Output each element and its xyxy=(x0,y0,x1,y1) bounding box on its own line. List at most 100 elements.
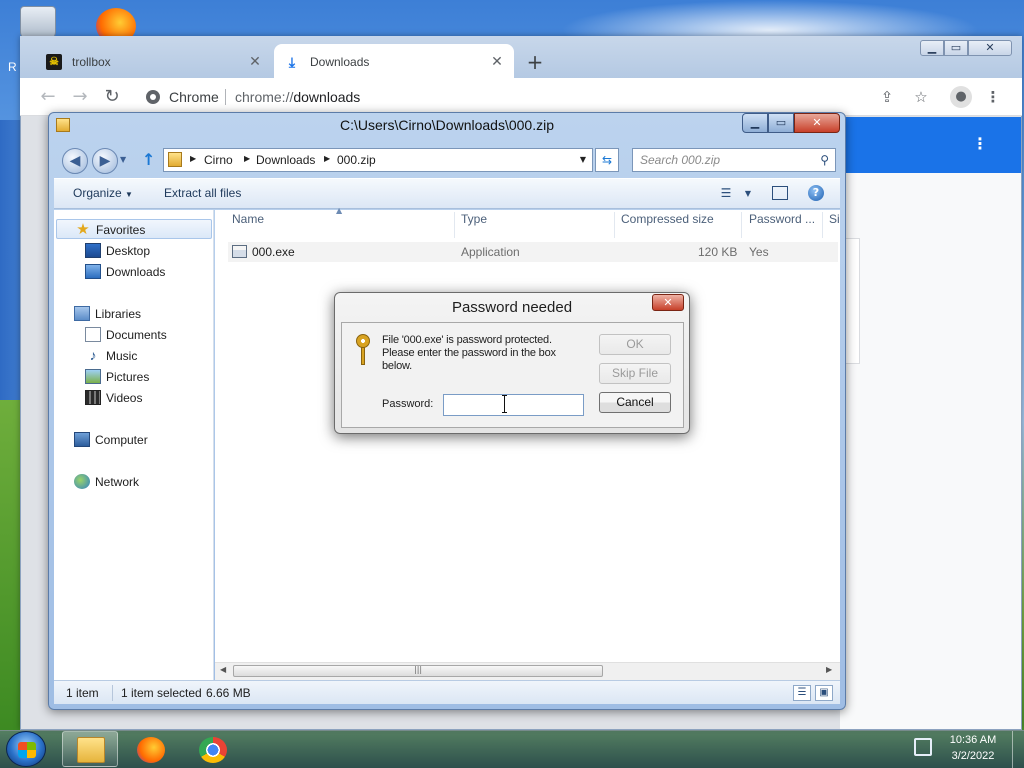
sidebar-item-computer[interactable]: Computer xyxy=(56,430,212,450)
document-icon xyxy=(85,327,101,342)
clock-time[interactable]: 10:36 AM xyxy=(944,734,1002,746)
column-header-size[interactable]: Si xyxy=(829,212,840,238)
close-icon[interactable]: ✕ xyxy=(488,52,506,70)
back-button[interactable]: ← xyxy=(36,86,60,108)
sidebar-item-favorites[interactable]: ★ Favorites xyxy=(56,219,212,239)
column-header-type[interactable]: Type xyxy=(461,212,487,238)
chevron-right-icon[interactable]: ▶ xyxy=(244,154,250,163)
password-input[interactable] xyxy=(443,394,584,416)
file-type: Application xyxy=(461,245,520,259)
sidebar-item-network[interactable]: Network xyxy=(56,472,212,492)
bookmark-star-icon[interactable]: ☆ xyxy=(910,86,932,108)
breadcrumb-000zip[interactable]: 000.zip xyxy=(337,153,376,167)
close-window-button[interactable]: ✕ xyxy=(968,40,1012,56)
status-bar: 1 item 1 item selected 6.66 MB ☰ ▣ xyxy=(54,680,840,704)
sidebar-item-videos[interactable]: Videos xyxy=(56,388,212,408)
downloads-menu-icon[interactable]: ⋮ xyxy=(972,134,988,154)
recent-pages-chevron-icon[interactable]: ▼ xyxy=(120,155,130,165)
column-header-compressed-size[interactable]: Compressed size xyxy=(621,212,714,238)
column-divider[interactable] xyxy=(614,212,615,238)
sidebar-item-label: Network xyxy=(95,475,140,489)
key-icon xyxy=(355,334,371,366)
large-icons-view-icon[interactable]: ▣ xyxy=(815,685,833,701)
film-strip-icon xyxy=(85,390,101,405)
clock-date[interactable]: 3/2/2022 xyxy=(944,750,1002,762)
password-label: Password: xyxy=(382,398,434,410)
taskbar-firefox-button[interactable] xyxy=(122,731,178,767)
table-row[interactable]: 000.exe Application 120 KB Yes xyxy=(228,242,838,262)
dialog-title: Password needed xyxy=(451,299,573,316)
skip-file-button[interactable]: Skip File xyxy=(599,363,671,384)
chevron-right-icon[interactable]: ▶ xyxy=(324,154,330,163)
forward-button[interactable]: → xyxy=(68,86,92,108)
view-details-icon[interactable]: ☰ xyxy=(718,186,734,200)
column-divider[interactable] xyxy=(741,212,742,238)
sidebar-item-desktop[interactable]: Desktop xyxy=(56,241,212,261)
search-input[interactable]: Search 000.zip ⚲ xyxy=(632,148,836,172)
sidebar-item-documents[interactable]: Documents xyxy=(56,325,212,345)
help-icon[interactable]: ? xyxy=(808,185,824,201)
kebab-menu-icon[interactable]: ⋮ xyxy=(982,86,1004,108)
computer-icon xyxy=(74,432,90,447)
cancel-button[interactable]: Cancel xyxy=(599,392,671,413)
column-divider[interactable] xyxy=(454,212,455,238)
sidebar-item-downloads[interactable]: Downloads xyxy=(56,262,212,282)
column-divider[interactable] xyxy=(822,212,823,238)
trollbox-favicon-icon: ☠ xyxy=(46,54,62,70)
tab-trollbox[interactable]: ☠ trollbox ✕ xyxy=(36,44,272,78)
file-name: 000.exe xyxy=(252,245,295,259)
sidebar-item-libraries[interactable]: Libraries xyxy=(56,304,212,324)
network-tray-icon[interactable] xyxy=(914,738,932,756)
sidebar-item-label: Desktop xyxy=(106,244,151,258)
up-folder-icon[interactable]: ↑ xyxy=(142,150,158,170)
maximize-button[interactable]: ▭ xyxy=(944,40,968,56)
tab-title: Downloads xyxy=(310,55,370,69)
column-header-name[interactable]: Name xyxy=(232,212,264,238)
refresh-button[interactable]: ⇆ xyxy=(595,148,619,172)
column-header-password[interactable]: Password ... xyxy=(749,212,815,238)
explorer-address-bar[interactable]: ▶ Cirno ▶ Downloads ▶ 000.zip ▼ xyxy=(163,148,593,172)
organize-button[interactable]: Organize ▼ xyxy=(73,186,133,200)
scrollbar-thumb[interactable]: ||| xyxy=(233,665,603,677)
network-globe-icon xyxy=(74,474,90,489)
details-view-icon[interactable]: ☰ xyxy=(793,685,811,701)
profile-avatar-icon[interactable]: ● xyxy=(950,86,972,108)
minimize-button[interactable]: ▁ xyxy=(920,40,944,56)
show-desktop-button[interactable] xyxy=(1012,731,1024,768)
file-password: Yes xyxy=(749,245,769,259)
sidebar-item-music[interactable]: ♪ Music xyxy=(56,346,212,366)
recycle-bin-icon[interactable] xyxy=(20,6,56,40)
ok-button[interactable]: OK xyxy=(599,334,671,355)
taskbar-chrome-button[interactable] xyxy=(184,731,240,767)
breadcrumb-cirno[interactable]: Cirno xyxy=(204,153,233,167)
explorer-forward-button[interactable]: ▶ xyxy=(92,148,118,174)
selection-count: 1 item selected xyxy=(121,686,202,700)
address-bar[interactable]: Chrome chrome://downloads xyxy=(136,84,908,110)
explorer-close-button[interactable]: ✕ xyxy=(794,113,840,133)
explorer-minimize-button[interactable]: ▁ xyxy=(742,113,768,133)
explorer-maximize-button[interactable]: ▭ xyxy=(768,113,794,133)
scroll-left-icon[interactable]: ◀ xyxy=(220,665,226,674)
reload-button[interactable]: ↻ xyxy=(100,86,124,108)
extract-all-button[interactable]: Extract all files xyxy=(164,186,241,200)
scroll-right-icon[interactable]: ▶ xyxy=(826,665,832,674)
item-count: 1 item xyxy=(66,686,99,700)
tab-downloads[interactable]: ⤓ Downloads ✕ xyxy=(274,44,514,78)
close-icon[interactable]: ✕ xyxy=(246,52,264,70)
chevron-right-icon[interactable]: ▶ xyxy=(190,154,196,163)
dialog-close-button[interactable]: ✕ xyxy=(652,294,684,311)
sidebar-item-pictures[interactable]: Pictures xyxy=(56,367,212,387)
explorer-back-button[interactable]: ◀ xyxy=(62,148,88,174)
breadcrumb-downloads[interactable]: Downloads xyxy=(256,153,315,167)
chevron-down-icon[interactable]: ▼ xyxy=(740,189,756,203)
sort-ascending-icon: ▲ xyxy=(336,206,343,215)
folder-icon xyxy=(77,737,105,763)
firefox-icon xyxy=(137,737,165,763)
share-icon[interactable]: ⇪ xyxy=(876,86,898,108)
new-tab-button[interactable]: + xyxy=(522,50,548,76)
taskbar-explorer-button[interactable] xyxy=(62,731,118,767)
chevron-down-icon[interactable]: ▼ xyxy=(580,155,586,164)
start-button[interactable] xyxy=(6,731,46,767)
preview-pane-icon[interactable] xyxy=(772,186,788,200)
search-icon[interactable]: ⚲ xyxy=(820,153,829,167)
